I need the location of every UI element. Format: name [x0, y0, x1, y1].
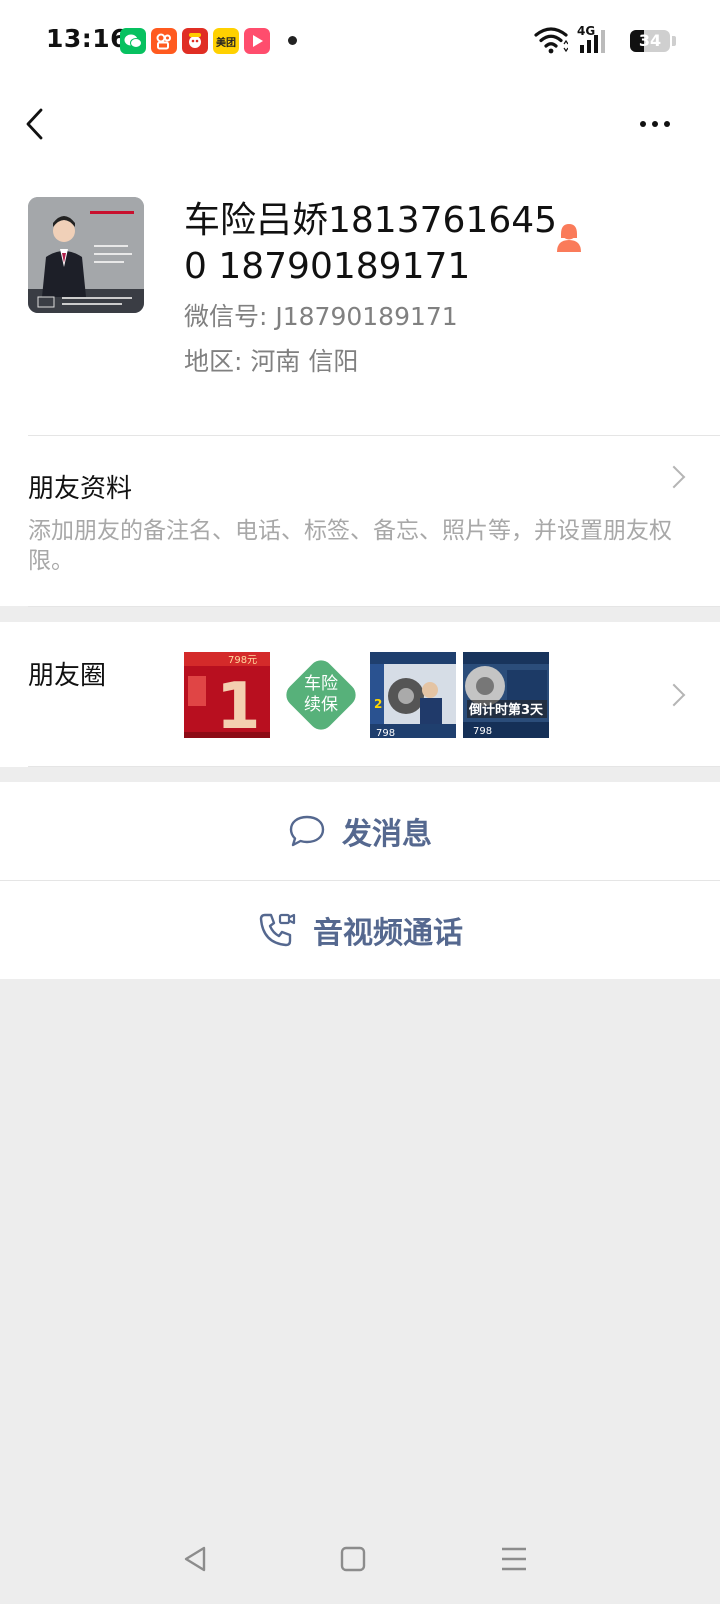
moment-4-headline: 倒计时第3天	[468, 702, 544, 718]
avatar[interactable]	[28, 197, 144, 313]
video-call-label: 音视频通话	[313, 916, 463, 951]
battery-cap	[672, 36, 676, 46]
kuaishou-icon	[151, 28, 177, 54]
friend-info-description: 添加朋友的备注名、电话、标签、备忘、照片等，并设置朋友权限。	[28, 518, 672, 574]
battery-level: 34	[638, 31, 662, 50]
divider	[28, 606, 720, 607]
moment-2-badge-line-1: 车险	[304, 674, 338, 694]
wechat-id: 微信号: J18790189171	[184, 302, 458, 331]
notification-dot-icon	[288, 36, 297, 45]
friend-info-title: 朋友资料	[28, 474, 133, 504]
video-call-button[interactable]: 音视频通话	[0, 881, 720, 979]
moment-photo-mechanic[interactable]: 798 2	[370, 652, 456, 738]
moment-photo-renewal[interactable]: 车险 续保	[278, 652, 364, 738]
chat-bubble-icon	[288, 814, 326, 848]
moment-2-badge-line-2: 续保	[304, 695, 338, 715]
wechat-icon	[120, 28, 146, 54]
video-icon	[244, 28, 270, 54]
meituan-icon: 美团	[213, 28, 239, 54]
contact-name: 车险吕娇18137616450 18790189171	[184, 200, 558, 287]
nav-menu-icon[interactable]	[500, 1546, 528, 1576]
chevron-left-icon[interactable]	[20, 104, 56, 144]
send-message-button[interactable]: 发消息	[0, 782, 720, 880]
region: 地区: 河南 信阳	[184, 347, 359, 376]
phone-video-icon	[257, 911, 297, 949]
send-message-label: 发消息	[342, 817, 432, 852]
moment-3-big-number: 2	[374, 697, 382, 711]
moment-photo-countdown-1[interactable]: 798元 1	[184, 652, 270, 738]
wifi-icon	[534, 26, 569, 58]
divider	[28, 766, 720, 767]
moment-photo-countdown-3[interactable]: 倒计时第3天 798	[463, 652, 549, 738]
moment-1-price: 798元	[228, 655, 257, 666]
status-time: 13:16	[46, 24, 129, 53]
pinduoduo-icon	[182, 28, 208, 54]
nav-back-icon[interactable]	[182, 1546, 208, 1576]
top-nav-bar	[0, 84, 720, 184]
nav-home-icon[interactable]	[340, 1546, 366, 1576]
moment-1-big-number: 1	[216, 670, 261, 738]
female-user-icon	[554, 222, 584, 254]
moments-title: 朋友圈	[28, 661, 107, 691]
signal-icon	[578, 29, 608, 57]
battery-icon: 34	[630, 30, 670, 52]
moment-4-price: 798	[473, 726, 492, 737]
more-dots-icon[interactable]	[636, 114, 676, 134]
moment-3-price: 798	[376, 728, 395, 738]
